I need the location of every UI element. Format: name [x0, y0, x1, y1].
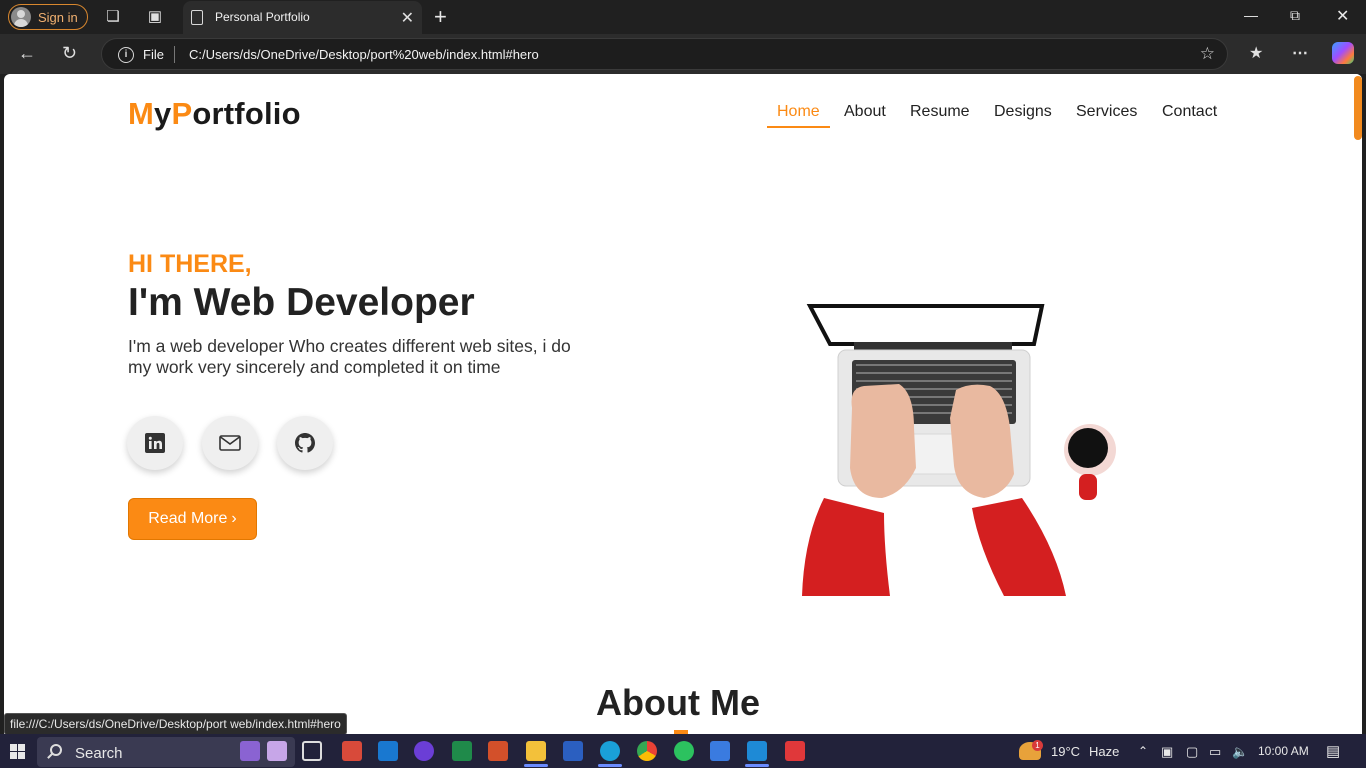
- chevron-right-icon: ›: [231, 510, 237, 527]
- nav-resume[interactable]: Resume: [910, 103, 970, 121]
- task-view-icon[interactable]: [302, 741, 322, 761]
- logo-letter-m: M: [128, 96, 155, 131]
- mail-icon: [219, 435, 241, 451]
- site-logo[interactable]: MyPortfolio: [128, 96, 301, 132]
- hero-lead: I'm a web developer Who creates differen…: [128, 336, 571, 377]
- nav-home[interactable]: Home: [777, 103, 820, 121]
- show-hidden-icons-chevron-icon[interactable]: ⌃: [1138, 744, 1148, 758]
- display-icon[interactable]: ▢: [1186, 744, 1198, 760]
- windows-taskbar: Search 1 19°C Haze ⌃ ▣ ▢ ▭ 🔈 10:00 AM ▤: [0, 734, 1366, 768]
- chrome-app-icon[interactable]: [637, 741, 657, 761]
- media-app-icon[interactable]: [414, 741, 434, 761]
- github-button[interactable]: [277, 416, 333, 470]
- read-more-button[interactable]: Read More ›: [128, 498, 257, 540]
- word-app-icon[interactable]: [563, 741, 583, 761]
- weather-badge: 1: [1032, 740, 1043, 751]
- tab-personal-portfolio[interactable]: Personal Portfolio ✕: [183, 1, 422, 34]
- back-icon[interactable]: ←: [18, 43, 36, 64]
- outlook-app-icon[interactable]: [378, 741, 398, 761]
- scrollbar-thumb[interactable]: [1354, 76, 1362, 140]
- sign-in-label: Sign in: [38, 9, 78, 25]
- mail-button[interactable]: [202, 416, 258, 470]
- address-bar[interactable]: i File C:/Users/ds/OneDrive/Desktop/port…: [101, 38, 1228, 70]
- favorite-star-icon[interactable]: ☆: [1200, 44, 1215, 64]
- taskbar-search[interactable]: Search: [37, 737, 295, 767]
- more-options-icon[interactable]: ⋯: [1292, 43, 1308, 63]
- logo-rest: ortfolio: [192, 96, 301, 131]
- browser-titlebar: Sign in ❏ ▣ Personal Portfolio ✕ + — ⧉ ✕: [0, 0, 1366, 34]
- sign-in-button[interactable]: Sign in: [8, 4, 88, 30]
- nav-about[interactable]: About: [844, 103, 886, 121]
- minimize-icon[interactable]: —: [1244, 7, 1258, 23]
- active-indicator: [524, 764, 548, 767]
- battery-icon[interactable]: ▭: [1209, 744, 1221, 760]
- address-scheme: File: [143, 47, 164, 62]
- linkedin-button[interactable]: [127, 416, 183, 470]
- weather-desc[interactable]: Haze: [1089, 744, 1119, 759]
- favorites-icon[interactable]: ★: [1249, 43, 1263, 63]
- close-window-icon[interactable]: ✕: [1336, 6, 1349, 26]
- new-tab-icon[interactable]: +: [434, 4, 447, 30]
- tab-actions-icon[interactable]: ▣: [146, 8, 164, 26]
- hero-laptop-illustration: [802, 304, 1116, 596]
- page-document-icon: [191, 10, 203, 25]
- refresh-icon[interactable]: ↻: [62, 43, 77, 64]
- edge-app-icon[interactable]: [600, 741, 620, 761]
- active-indicator: [745, 764, 769, 767]
- tab-title: Personal Portfolio: [215, 10, 310, 24]
- nav-designs[interactable]: Designs: [994, 103, 1052, 121]
- widget-notes-icon[interactable]: [267, 741, 287, 761]
- github-icon: [295, 433, 315, 453]
- link-status-bar: file:///C:/Users/ds/OneDrive/Desktop/por…: [4, 713, 347, 735]
- hero-headline: I'm Web Developer: [128, 281, 475, 324]
- workspaces-icon[interactable]: ❏: [104, 8, 122, 26]
- excel-app-icon[interactable]: [452, 741, 472, 761]
- volume-icon[interactable]: 🔈: [1232, 744, 1248, 760]
- address-url[interactable]: C:/Users/ds/OneDrive/Desktop/port%20web/…: [189, 47, 539, 62]
- widget-clapper-icon[interactable]: [240, 741, 260, 761]
- powerpoint-app-icon[interactable]: [488, 741, 508, 761]
- winrar-app-icon[interactable]: [342, 741, 362, 761]
- close-tab-icon[interactable]: ✕: [401, 8, 414, 28]
- linkedin-icon: [145, 433, 165, 453]
- address-separator: [174, 46, 175, 63]
- active-indicator: [598, 764, 622, 767]
- taskbar-search-label: Search: [75, 745, 123, 762]
- copilot-icon[interactable]: [1332, 42, 1354, 64]
- nav-contact[interactable]: Contact: [1162, 103, 1217, 121]
- page-scrollbar[interactable]: [1352, 74, 1362, 734]
- notification-center-icon[interactable]: ▤: [1326, 742, 1340, 760]
- nav-services[interactable]: Services: [1076, 103, 1137, 121]
- file-explorer-icon[interactable]: [526, 741, 546, 761]
- search-icon: [50, 744, 62, 756]
- logo-letter-p: P: [171, 96, 193, 131]
- profile-avatar-icon: [11, 7, 31, 27]
- page-viewport: MyPortfolio Home About Resume Designs Se…: [4, 74, 1362, 734]
- active-nav-underline: [767, 126, 830, 128]
- info-icon[interactable]: i: [118, 47, 134, 63]
- whatsapp-app-icon[interactable]: [674, 741, 694, 761]
- weather-temp[interactable]: 19°C: [1051, 744, 1080, 759]
- browser-toolbar: ← ↻ i File C:/Users/ds/OneDrive/Desktop/…: [0, 34, 1366, 74]
- anydesk-app-icon[interactable]: [785, 741, 805, 761]
- windows-start-icon[interactable]: [10, 744, 25, 759]
- restore-icon[interactable]: ⧉: [1290, 7, 1300, 24]
- clock-time[interactable]: 10:00 AM: [1258, 744, 1309, 758]
- logo-letter-y: y: [154, 96, 172, 131]
- vscode-app-icon[interactable]: [747, 741, 767, 761]
- meet-now-icon[interactable]: ▣: [1161, 744, 1173, 760]
- store-app-icon[interactable]: [710, 741, 730, 761]
- read-more-label: Read More: [148, 510, 228, 527]
- hero-greeting: HI THERE,: [128, 250, 252, 278]
